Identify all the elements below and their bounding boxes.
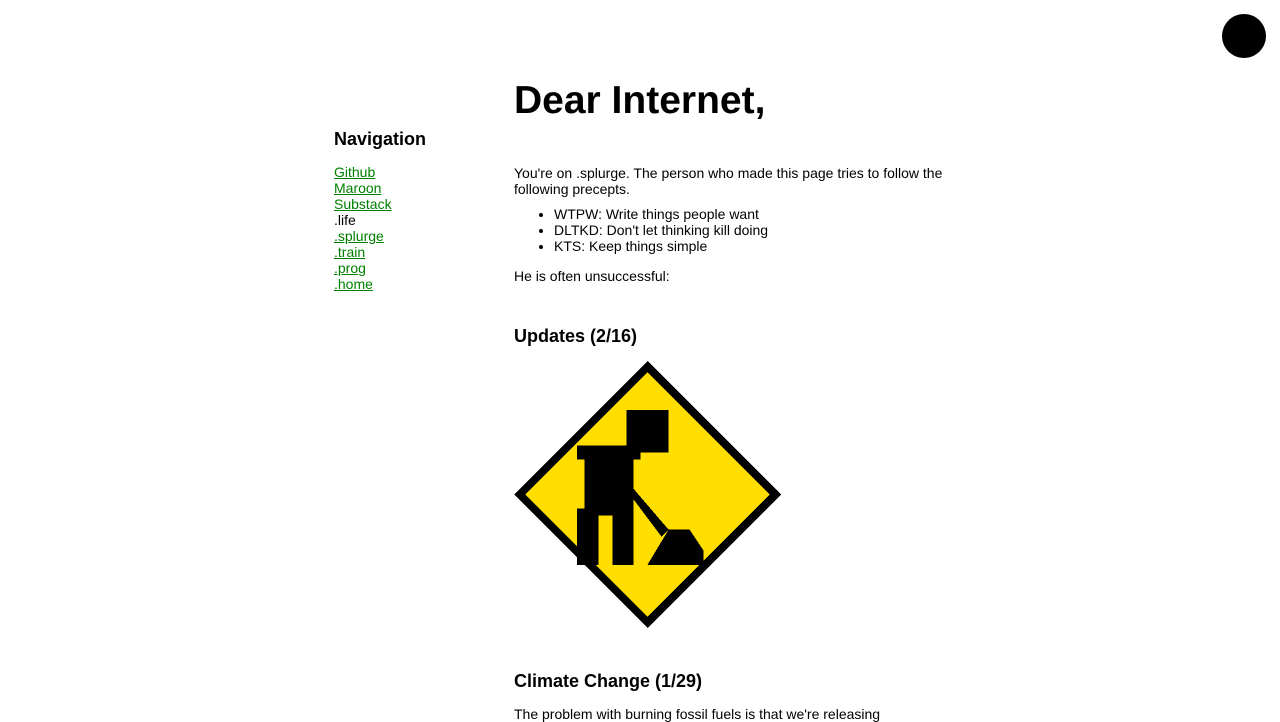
nav-link-splurge[interactable]: .splurge	[334, 228, 384, 244]
nav-link-github[interactable]: Github	[334, 164, 375, 180]
circle-icon[interactable]	[1222, 14, 1266, 58]
worker-leg-back	[577, 508, 599, 565]
nav-item-prog: .prog	[334, 260, 504, 276]
worker-arm	[577, 445, 641, 460]
nav-item-life: .life	[334, 212, 504, 228]
sign-face	[525, 372, 770, 617]
nav-item-github: Github	[334, 164, 504, 180]
precept-item: KTS: Keep things simple	[554, 238, 944, 254]
navigation-list: Github Maroon Substack .life .splurge .t…	[334, 164, 504, 292]
nav-item-maroon: Maroon	[334, 180, 504, 196]
page-title: Dear Internet,	[514, 79, 766, 122]
precept-item: WTPW: Write things people want	[554, 206, 944, 222]
nav-link-substack[interactable]: Substack	[334, 196, 392, 212]
nav-item-train: .train	[334, 244, 504, 260]
nav-item-splurge: .splurge	[334, 228, 504, 244]
under-construction-sign-icon	[514, 361, 781, 628]
unsuccessful-note: He is often unsuccessful:	[514, 268, 670, 284]
precept-item: DLTKD: Don't let thinking kill doing	[554, 222, 944, 238]
navigation-sidebar: Navigation Github Maroon Substack .life …	[334, 128, 504, 292]
intro-paragraph: You're on .splurge. The person who made …	[514, 165, 943, 197]
nav-link-prog[interactable]: .prog	[334, 260, 366, 276]
nav-current-life: .life	[334, 212, 356, 228]
climate-heading: Climate Change (1/29)	[514, 671, 703, 691]
nav-item-substack: Substack	[334, 196, 504, 212]
updates-heading: Updates (2/16)	[514, 326, 638, 346]
worker-leg-front	[612, 508, 634, 565]
nav-link-maroon[interactable]: Maroon	[334, 180, 381, 196]
navigation-heading: Navigation	[334, 129, 427, 149]
nav-link-train[interactable]: .train	[334, 244, 365, 260]
main-content: Dear Internet, You're on .splurge. The p…	[514, 78, 944, 722]
nav-item-home: .home	[334, 276, 504, 292]
precepts-list: WTPW: Write things people want DLTKD: Do…	[514, 206, 944, 254]
nav-link-home[interactable]: .home	[334, 276, 373, 292]
